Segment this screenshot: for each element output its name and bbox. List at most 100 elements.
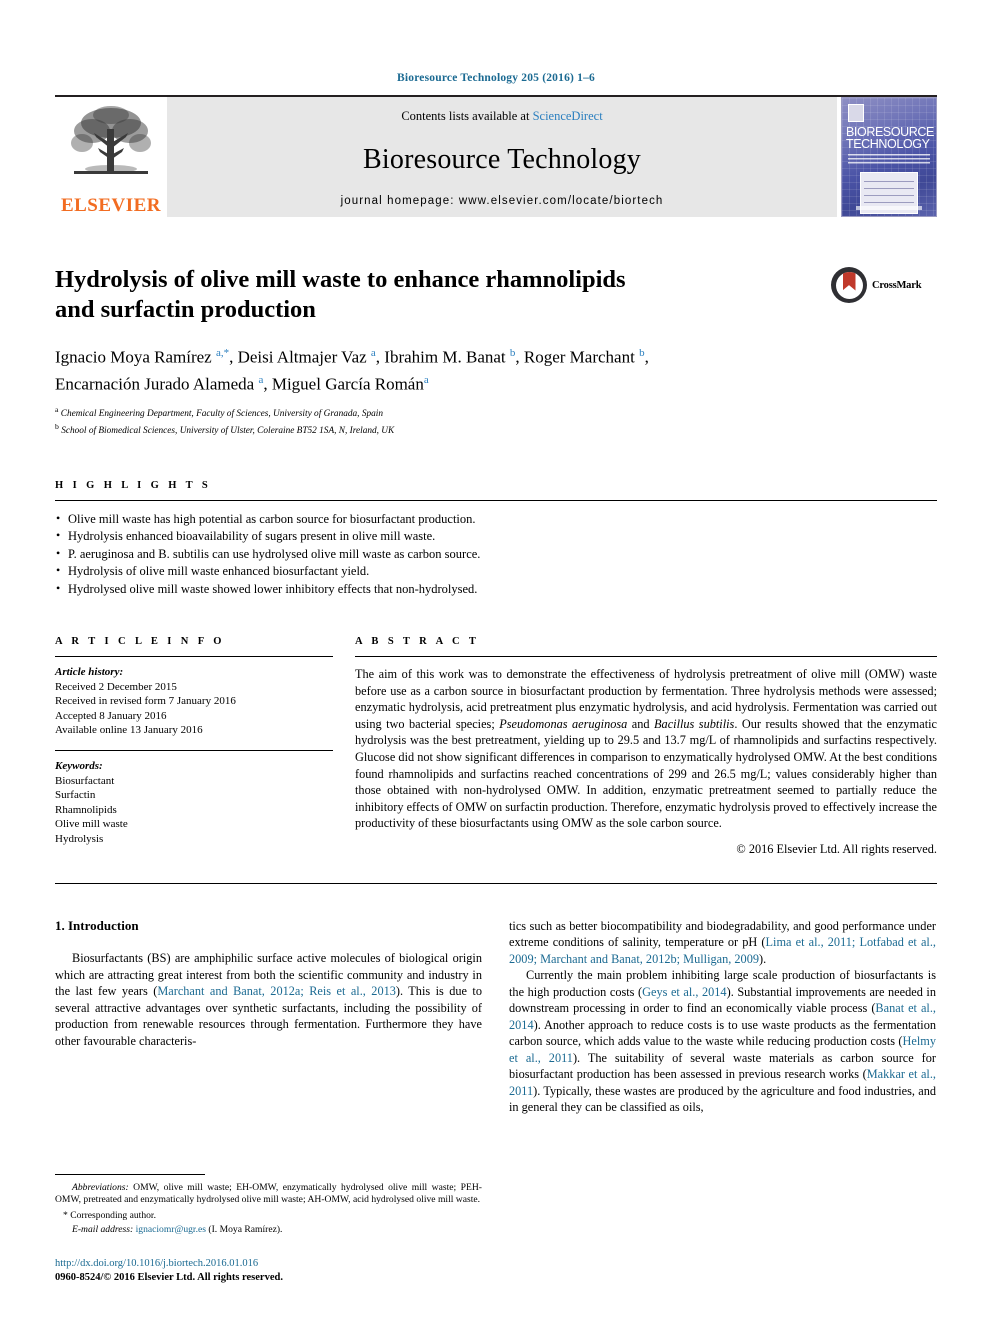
masthead-center: Contents lists available at ScienceDirec… [167,97,837,217]
title-line-1: Hydrolysis of olive mill waste to enhanc… [55,266,626,293]
crossmark-ribbon-icon [842,271,856,291]
keywords-body: Keywords: Biosurfactant Surfactin Rhamno… [55,751,333,847]
title-line-2: and surfactin production [55,296,316,323]
list-item: Hydrolysis of olive mill waste enhanced … [55,562,937,581]
article-info-section: A R T I C L E I N F O Article history: R… [55,636,355,857]
article-info-heading: A R T I C L E I N F O [55,636,225,647]
list-item: P. aeruginosa and B. subtilis can use hy… [55,545,937,564]
title-block: CrossMark Hydrolysis of olive mill waste… [55,265,937,438]
history-item: Accepted 8 January 2016 [55,709,167,722]
elsevier-logo: ELSEVIER [55,97,167,217]
abbreviations-footnote: Abbreviations: OMW, olive mill waste; EH… [55,1182,482,1207]
species-name-1: Pseudomonas aeruginosa [499,716,628,731]
doi-link[interactable]: http://dx.doi.org/10.1016/j.biortech.201… [55,1257,482,1271]
author-5: Encarnación Jurado Alameda [55,374,259,394]
affiliation-b: b School of Biomedical Sciences, Univers… [55,421,937,438]
keyword-item: Surfactin [55,789,96,802]
intro-right-text-b: ). [759,951,767,966]
issn-copyright: 0960-8524/© 2016 Elsevier Ltd. All right… [55,1272,283,1283]
crossmark-icon-inner [835,271,863,299]
abstract-text: The aim of this work was to demonstrate … [355,657,937,832]
body-column-left: 1. Introduction Biosurfactants (BS) are … [55,918,482,1116]
citation-link[interactable]: Marchant and Banat, 2012a; Reis et al., … [157,984,396,998]
affiliation-a-text: Chemical Engineering Department, Faculty… [58,409,384,420]
keyword-item: Biosurfactant [55,774,115,787]
cover-title: BIORESOURCE TECHNOLOGY [846,126,934,151]
cover-publisher-mark [848,104,864,122]
history-item: Received 2 December 2015 [55,680,177,693]
doi-block: http://dx.doi.org/10.1016/j.biortech.201… [55,1257,482,1285]
sciencedirect-link[interactable]: ScienceDirect [533,109,603,123]
highlights-heading: H I G H L I G H T S [55,479,212,491]
email-link[interactable]: ignaciomr@ugr.es [136,1224,206,1235]
author-3: , Ibrahim M. Banat [375,347,510,367]
article-history-label: Article history: [55,666,124,678]
journal-cover-thumbnail: BIORESOURCE TECHNOLOGY [841,97,937,217]
section-heading-introduction: 1. Introduction [55,917,139,933]
journal-masthead: ELSEVIER Contents lists available at Sci… [55,95,937,217]
running-head: Bioresource Technology 205 (2016) 1–6 [396,72,595,84]
affiliations: a Chemical Engineering Department, Facul… [55,404,937,437]
email-label: E-mail address: [72,1224,134,1236]
cover-footer-bar [856,206,922,210]
cover-title-line2: TECHNOLOGY [846,137,930,151]
paper-page: Bioresource Technology 205 (2016) 1–6 EL… [0,0,992,1323]
citation-link[interactable]: Geys et al., 2014 [642,985,726,999]
affiliation-b-text: School of Biomedical Sciences, Universit… [58,426,395,436]
cover-subtitle-lines [848,154,930,166]
highlights-list: Olive mill waste has high potential as c… [55,501,937,599]
keyword-item: Olive mill waste [55,818,128,831]
journal-title: Bioresource Technology [363,143,641,175]
elsevier-tree-icon [71,106,151,174]
article-history-block: Article history: Received 2 December 201… [55,657,333,738]
keyword-item: Hydrolysis [55,832,104,845]
abstract-part-3: . Our results showed that the enzymatic … [355,716,938,831]
intro-right2-text-e: ). Typically, these wastes are produced … [509,1083,936,1115]
intro-paragraph-right-2: Currently the main problem inhibiting la… [509,967,936,1116]
history-item: Received in revised form 7 January 2016 [55,695,236,708]
species-name-2: Bacillus subtilis [654,716,735,731]
body-column-right: tics such as better biocompatibility and… [509,918,936,1116]
affiliation-a: a Chemical Engineering Department, Facul… [55,404,937,421]
section-divider [55,882,937,884]
list-item: Olive mill waste has high potential as c… [55,510,937,529]
author-line1-tail: , [644,347,649,367]
author-list: Ignacio Moya Ramírez a,*, Deisi Altmajer… [55,342,845,395]
keyword-item: Rhamnolipids [55,803,117,816]
author-2: , Deisi Altmajer Vaz [229,347,371,367]
journal-homepage-url[interactable]: journal homepage: www.elsevier.com/locat… [341,195,664,207]
footnote-divider [55,1173,205,1175]
list-item: Hydrolysed olive mill waste showed lower… [55,580,937,599]
contents-prefix: Contents lists available at [401,109,533,123]
author-1: Ignacio Moya Ramírez [55,347,216,367]
crossmark-icon [831,267,867,303]
abstract-conjunction: and [627,716,655,731]
keywords-block: Keywords: Biosurfactant Surfactin Rhamno… [55,749,333,847]
intro-paragraph-right-1: tics such as better biocompatibility and… [509,918,936,968]
history-item: Available online 13 January 2016 [55,724,203,737]
email-owner: (I. Moya Ramírez). [206,1224,283,1236]
list-item: Hydrolysis enhanced bioavailability of s… [55,527,937,546]
elsevier-wordmark: ELSEVIER [60,195,162,216]
page-title: Hydrolysis of olive mill waste to enhanc… [55,265,755,325]
highlights-section: H I G H L I G H T S Olive mill waste has… [55,480,937,599]
crossmark-label: CrossMark [872,279,922,291]
footnotes-block: Abbreviations: OMW, olive mill waste; EH… [55,1173,482,1285]
body-columns: 1. Introduction Biosurfactants (BS) are … [55,918,937,1116]
intro-right2-text-c: ). Another approach to reduce costs is t… [509,1017,936,1049]
info-abstract-row: A R T I C L E I N F O Article history: R… [55,636,937,857]
abbreviations-label: Abbreviations: [72,1181,129,1193]
abstract-section: A B S T R A C T The aim of this work was… [355,636,937,857]
keywords-label: Keywords: [55,759,103,772]
abstract-heading: A B S T R A C T [355,636,480,647]
crossmark-badge[interactable]: CrossMark [831,267,937,303]
email-footnote: E-mail address: ignaciomr@ugr.es (I. Moy… [55,1224,482,1237]
corresponding-author-footnote: * Corresponding author. [63,1209,156,1221]
abstract-copyright: © 2016 Elsevier Ltd. All rights reserved… [736,841,937,856]
author-6-affil-marker[interactable]: a [424,374,429,386]
author-1-affil-marker[interactable]: a,* [216,347,229,359]
author-6: , Miguel García Román [263,374,424,394]
author-4: , Roger Marchant [515,347,640,367]
contents-available-line: Contents lists available at ScienceDirec… [401,109,602,124]
intro-paragraph-left: Biosurfactants (BS) are amphiphilic surf… [55,950,482,1049]
